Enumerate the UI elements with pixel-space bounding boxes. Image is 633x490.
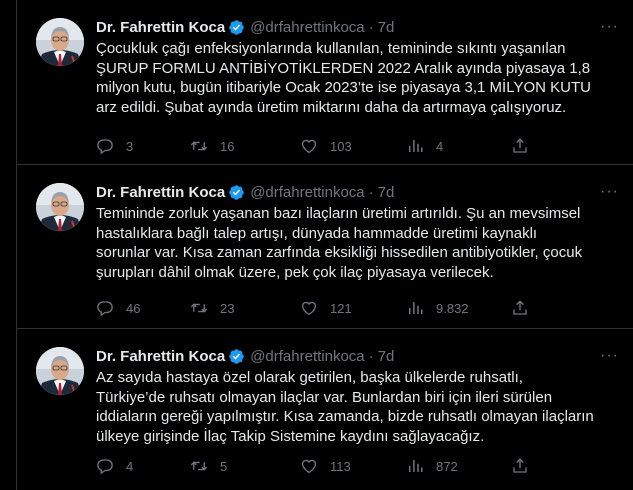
avatar[interactable] xyxy=(36,183,84,231)
reply-count: 4 xyxy=(126,458,134,474)
author-handle[interactable]: @drfahrettinkoca xyxy=(250,19,364,36)
views-button[interactable]: 872 xyxy=(406,457,511,475)
tweet-timestamp[interactable]: 7d xyxy=(378,348,395,365)
author-name[interactable]: Dr. Fahrettin Koca xyxy=(96,348,225,365)
verified-badge-icon xyxy=(228,348,245,365)
more-options-icon[interactable]: ··· xyxy=(600,346,619,366)
tweet-header: Dr. Fahrettin Koca @drfahrettinkoca · 7d… xyxy=(96,346,623,366)
avatar[interactable] xyxy=(36,18,84,66)
tweet[interactable]: Dr. Fahrettin Koca @drfahrettinkoca · 7d… xyxy=(17,165,633,329)
reply-icon xyxy=(96,457,114,475)
separator-dot: · xyxy=(368,183,374,201)
tweet-actions: 4 5 113 872 xyxy=(96,456,623,476)
author-name[interactable]: Dr. Fahrettin Koca xyxy=(96,184,225,201)
tweet-text: Çocukluk çağı enfeksiyonlarında kullanıl… xyxy=(96,40,591,116)
retweet-icon xyxy=(190,137,208,155)
tweet[interactable]: Dr. Fahrettin Koca @drfahrettinkoca · 7d… xyxy=(17,329,633,490)
heart-icon xyxy=(300,137,318,155)
author-handle[interactable]: @drfahrettinkoca xyxy=(250,184,364,201)
tweet-text: Temininde zorluk yaşanan bazı ilaçların … xyxy=(96,205,583,281)
views-count: 9.832 xyxy=(436,300,469,316)
retweet-count: 23 xyxy=(220,300,235,316)
retweet-icon xyxy=(190,457,208,475)
views-count: 872 xyxy=(436,458,458,474)
verified-badge-icon xyxy=(228,184,245,201)
like-count: 103 xyxy=(330,138,352,154)
share-button[interactable] xyxy=(511,457,529,475)
tweet[interactable]: Dr. Fahrettin Koca @drfahrettinkoca · 7d… xyxy=(17,0,633,165)
tweet-text: Az sayıda hastaya özel olarak getirilen,… xyxy=(96,369,594,445)
tweet-timestamp[interactable]: 7d xyxy=(378,184,395,201)
like-count: 121 xyxy=(330,300,352,316)
retweet-count: 16 xyxy=(220,138,235,154)
views-button[interactable]: 4 xyxy=(406,137,511,155)
retweet-icon xyxy=(190,299,208,317)
share-icon xyxy=(511,457,529,475)
author-name[interactable]: Dr. Fahrettin Koca xyxy=(96,19,225,36)
views-count: 4 xyxy=(436,138,444,154)
tweet-header: Dr. Fahrettin Koca @drfahrettinkoca · 7d… xyxy=(96,182,623,202)
like-button[interactable]: 113 xyxy=(300,457,406,475)
more-options-icon[interactable]: ··· xyxy=(600,17,619,37)
tweet-actions: 3 16 103 4 xyxy=(96,136,623,156)
tweet-body: Dr. Fahrettin Koca @drfahrettinkoca · 7d… xyxy=(96,346,623,446)
reply-button[interactable]: 46 xyxy=(96,299,190,317)
like-button[interactable]: 121 xyxy=(300,299,406,317)
reply-button[interactable]: 3 xyxy=(96,137,190,155)
like-button[interactable]: 103 xyxy=(300,137,406,155)
retweet-button[interactable]: 16 xyxy=(190,137,300,155)
like-count: 113 xyxy=(330,458,351,474)
separator-dot: · xyxy=(368,347,374,365)
retweet-button[interactable]: 5 xyxy=(190,457,300,475)
tweet-thread: Dr. Fahrettin Koca @drfahrettinkoca · 7d… xyxy=(0,0,633,490)
reply-icon xyxy=(96,299,114,317)
reply-button[interactable]: 4 xyxy=(96,457,190,475)
reply-count: 3 xyxy=(126,138,134,154)
tweet-body: Dr. Fahrettin Koca @drfahrettinkoca · 7d… xyxy=(96,182,623,282)
views-chart-icon xyxy=(406,137,424,155)
heart-icon xyxy=(300,457,318,475)
tweet-body: Dr. Fahrettin Koca @drfahrettinkoca · 7d… xyxy=(96,17,623,117)
share-button[interactable] xyxy=(511,299,529,317)
retweet-count: 5 xyxy=(220,458,228,474)
retweet-button[interactable]: 23 xyxy=(190,299,300,317)
reply-count: 46 xyxy=(126,300,141,316)
tweet-timestamp[interactable]: 7d xyxy=(378,19,395,36)
tweet-header: Dr. Fahrettin Koca @drfahrettinkoca · 7d… xyxy=(96,17,623,37)
avatar[interactable] xyxy=(36,347,84,395)
views-chart-icon xyxy=(406,299,424,317)
views-button[interactable]: 9.832 xyxy=(406,299,511,317)
more-options-icon[interactable]: ··· xyxy=(600,182,619,202)
reply-icon xyxy=(96,137,114,155)
author-handle[interactable]: @drfahrettinkoca xyxy=(250,348,364,365)
tweet-actions: 46 23 121 9.832 xyxy=(96,298,623,318)
views-chart-icon xyxy=(406,457,424,475)
verified-badge-icon xyxy=(228,19,245,36)
share-icon xyxy=(511,137,529,155)
heart-icon xyxy=(300,299,318,317)
separator-dot: · xyxy=(368,18,374,36)
share-icon xyxy=(511,299,529,317)
share-button[interactable] xyxy=(511,137,529,155)
